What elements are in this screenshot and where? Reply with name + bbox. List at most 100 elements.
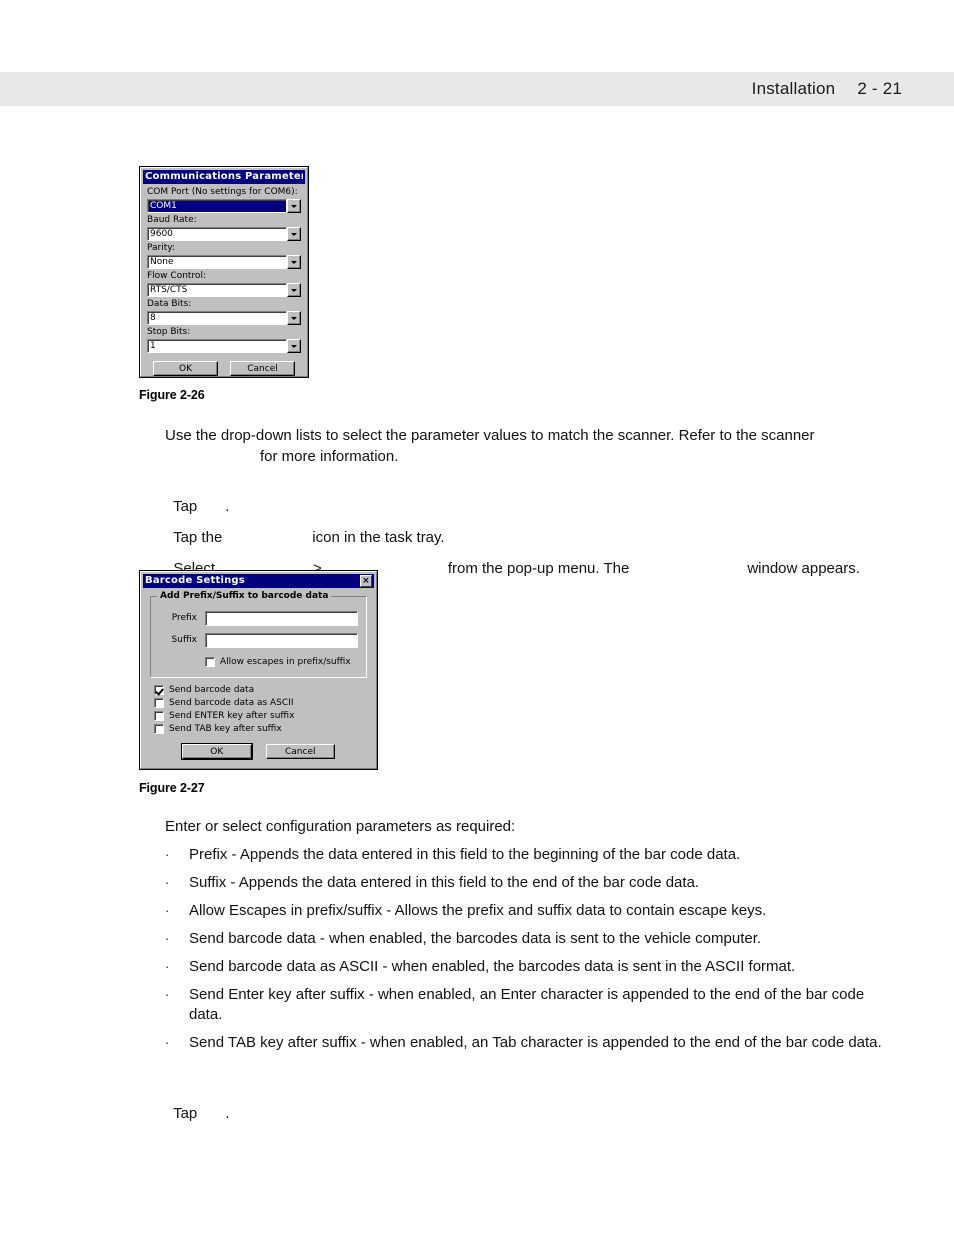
page-header-content: Installation 2 - 21: [752, 72, 902, 106]
parity-value[interactable]: None: [147, 255, 287, 269]
checkbox-icon[interactable]: [154, 711, 164, 721]
data-bits-label: Data Bits:: [147, 299, 192, 309]
checkbox-icon[interactable]: [154, 698, 164, 708]
suffix-input[interactable]: [205, 633, 358, 648]
bullet-text: Allow Escapes in prefix/suffix - Allows …: [189, 902, 767, 919]
close-icon[interactable]: ×: [360, 575, 372, 587]
page-header-band: Installation 2 - 21: [0, 72, 954, 106]
step-select-post: from the pop-up menu. The: [447, 560, 630, 577]
stop-bits-label: Stop Bits:: [147, 327, 191, 337]
figure-caption-2-26: Figure 2-26: [139, 388, 205, 402]
allow-escapes-checkbox[interactable]: Allow escapes in prefix/suffix: [205, 656, 358, 668]
chevron-down-icon[interactable]: [287, 199, 301, 213]
baud-rate-value[interactable]: 9600: [147, 227, 287, 241]
ok-button[interactable]: OK: [181, 743, 253, 760]
suffix-label: Suffix: [171, 635, 197, 645]
parity-combo[interactable]: None: [147, 255, 301, 269]
data-bits-combo[interactable]: 8: [147, 311, 301, 325]
cancel-button[interactable]: Cancel: [230, 361, 295, 376]
com-port-combo[interactable]: COM1: [147, 199, 301, 213]
bullet-text: Prefix - Appends the data entered in thi…: [189, 846, 741, 863]
checkbox-label: Send barcode data: [169, 684, 255, 695]
field-parity: Parity: None: [147, 243, 301, 269]
step-tap-last-pre: Tap: [173, 1105, 198, 1122]
dialog-titlebar: Communications Parameters: [143, 170, 305, 184]
bullet-marker: ·: [165, 847, 170, 862]
checkbox-icon[interactable]: [154, 724, 164, 734]
dialog-title-text: Communications Parameters: [145, 171, 303, 182]
bullet-send-barcode-ascii: · Send barcode data as ASCII - when enab…: [165, 957, 885, 977]
cancel-button[interactable]: Cancel: [265, 744, 335, 759]
checkbox-label: Send ENTER key after suffix: [169, 710, 295, 721]
bullet-text: Send TAB key after suffix - when enabled…: [189, 1034, 882, 1051]
step-select-tail: window appears.: [747, 560, 860, 577]
paragraph-use-dropdown: Use the drop-down lists to select the pa…: [165, 425, 877, 467]
paragraph-line-2: for more information.: [260, 448, 399, 465]
dialog-body: COM Port (No settings for COM6): COM1 Ba…: [143, 184, 305, 376]
field-baud-rate: Baud Rate: 9600: [147, 215, 301, 241]
com-port-label: COM Port (No settings for COM6):: [147, 187, 298, 197]
checkbox-icon[interactable]: [205, 657, 215, 667]
prefix-input[interactable]: [205, 611, 358, 626]
bullet-send-barcode-data: · Send barcode data - when enabled, the …: [165, 929, 885, 949]
bullet-marker: ·: [165, 959, 170, 974]
chevron-down-icon[interactable]: [287, 283, 301, 297]
suffix-row: Suffix: [159, 633, 358, 648]
barcode-settings-dialog: Barcode Settings × Add Prefix/Suffix to …: [139, 570, 378, 770]
checkbox-icon[interactable]: [154, 685, 164, 695]
checkbox-send-barcode-data[interactable]: Send barcode data: [154, 684, 367, 696]
prefix-label: Prefix: [171, 613, 197, 623]
groupbox-title: Add Prefix/Suffix to barcode data: [157, 591, 332, 601]
checkbox-label: Send barcode data as ASCII: [169, 697, 294, 708]
bullet-text: Suffix - Appends the data entered in thi…: [189, 874, 700, 891]
paragraph-enter-or-select: Enter or select configuration parameters…: [165, 818, 516, 835]
bullet-marker: ·: [165, 987, 170, 1002]
flow-control-label: Flow Control:: [147, 271, 206, 281]
chevron-down-icon[interactable]: [287, 255, 301, 269]
paragraph-line-1: Use the drop-down lists to select the pa…: [165, 427, 815, 444]
allow-escapes-label: Allow escapes in prefix/suffix: [220, 656, 351, 667]
dialog-titlebar: Barcode Settings ×: [143, 574, 374, 588]
bullet-marker: ·: [165, 931, 170, 946]
flow-control-value[interactable]: RTS/CTS: [147, 283, 287, 297]
bullet-text: Send barcode data as ASCII - when enable…: [189, 958, 796, 975]
prefix-row: Prefix: [159, 611, 358, 626]
checkbox-send-enter-key[interactable]: Send ENTER key after suffix: [154, 710, 367, 722]
chevron-down-icon[interactable]: [287, 311, 301, 325]
communications-parameters-dialog: Communications Parameters COM Port (No s…: [139, 166, 309, 378]
dialog-button-row: OK Cancel: [147, 361, 301, 376]
bullet-suffix: · Suffix - Appends the data entered in t…: [165, 873, 885, 893]
dialog-body: Add Prefix/Suffix to barcode data Prefix…: [143, 588, 374, 760]
baud-rate-label: Baud Rate:: [147, 215, 197, 225]
dialog-button-row: OK Cancel: [150, 743, 367, 760]
page-number: 2 - 21: [857, 79, 902, 98]
stop-bits-combo[interactable]: 1: [147, 339, 301, 353]
data-bits-value[interactable]: 8: [147, 311, 287, 325]
chevron-down-icon[interactable]: [287, 227, 301, 241]
bullet-send-enter-key: · Send Enter key after suffix - when ena…: [165, 985, 885, 1025]
checkbox-label: Send TAB key after suffix: [169, 723, 282, 734]
bullet-prefix: · Prefix - Appends the data entered in t…: [165, 845, 885, 865]
send-options-list: Send barcode data Send barcode data as A…: [154, 684, 367, 735]
step-tap-last: Tap.: [165, 1082, 229, 1124]
chevron-down-icon[interactable]: [287, 339, 301, 353]
figure-caption-2-27: Figure 2-27: [139, 781, 205, 795]
baud-rate-combo[interactable]: 9600: [147, 227, 301, 241]
flow-control-combo[interactable]: RTS/CTS: [147, 283, 301, 297]
dialog-title-text: Barcode Settings: [145, 575, 245, 586]
step-tap-last-post: .: [225, 1105, 230, 1122]
field-stop-bits: Stop Bits: 1: [147, 327, 301, 353]
checkbox-send-barcode-data-ascii[interactable]: Send barcode data as ASCII: [154, 697, 367, 709]
checkbox-send-tab-key[interactable]: Send TAB key after suffix: [154, 723, 367, 735]
field-data-bits: Data Bits: 8: [147, 299, 301, 325]
field-com-port: COM Port (No settings for COM6): COM1: [147, 187, 301, 213]
ok-button[interactable]: OK: [153, 361, 218, 376]
bullet-marker: ·: [165, 875, 170, 890]
bullet-text: Send barcode data - when enabled, the ba…: [189, 930, 762, 947]
parity-label: Parity:: [147, 243, 175, 253]
page-title: Installation: [751, 79, 836, 98]
com-port-value[interactable]: COM1: [147, 199, 287, 213]
stop-bits-value[interactable]: 1: [147, 339, 287, 353]
field-flow-control: Flow Control: RTS/CTS: [147, 271, 301, 297]
bullet-text: Send Enter key after suffix - when enabl…: [189, 986, 865, 1023]
